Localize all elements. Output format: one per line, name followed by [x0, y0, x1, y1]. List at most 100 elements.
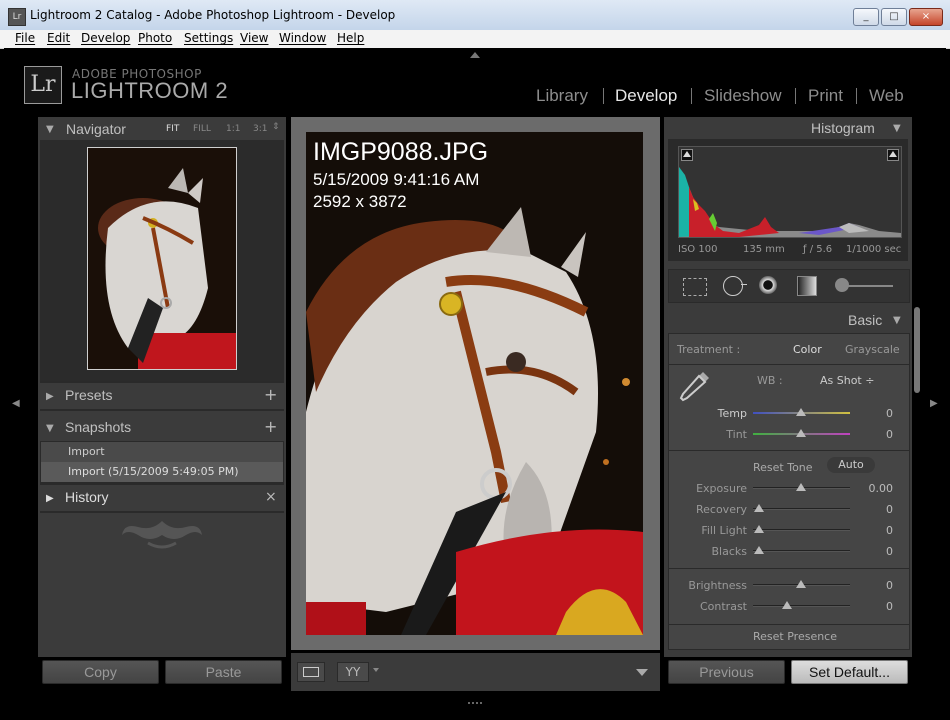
expand-triangle-icon[interactable]: ▶ — [46, 391, 54, 402]
red-eye-icon[interactable] — [759, 276, 777, 294]
brightness-value[interactable]: 0 — [863, 579, 893, 592]
fill-light-slider-knob[interactable] — [754, 525, 764, 533]
blacks-slider-knob[interactable] — [754, 546, 764, 554]
recovery-slider-track[interactable] — [753, 508, 850, 510]
photo-dimensions: 2592 x 3872 — [313, 192, 407, 211]
basic-title[interactable]: Basic — [848, 312, 882, 328]
graduated-filter-icon[interactable] — [797, 276, 817, 296]
menu-window[interactable]: Window — [279, 31, 326, 45]
reset-tone-button[interactable]: Reset Tone — [753, 461, 813, 474]
menu-settings[interactable]: Settings — [184, 31, 233, 45]
fill-light-slider-track[interactable] — [753, 529, 850, 531]
spot-removal-icon[interactable] — [723, 276, 743, 296]
bottom-panel-toggle-icon[interactable] — [468, 702, 482, 710]
white-balance-eyedropper-icon[interactable] — [679, 368, 711, 402]
history-title[interactable]: History — [65, 489, 109, 505]
paste-button[interactable]: Paste — [165, 660, 282, 684]
right-panel-scrollbar[interactable] — [914, 307, 920, 393]
highlight-clipping-icon — [889, 151, 897, 157]
fill-light-value[interactable]: 0 — [863, 524, 893, 537]
snapshot-item[interactable]: Import (5/15/2009 5:49:05 PM) — [68, 465, 239, 478]
blacks-value[interactable]: 0 — [863, 545, 893, 558]
contrast-label: Contrast — [699, 600, 747, 613]
zoom-1-1[interactable]: 1:1 — [226, 124, 240, 134]
loupe-view-button[interactable] — [297, 662, 325, 682]
spot-removal-arrow — [741, 284, 747, 285]
top-panel-toggle-icon[interactable] — [470, 52, 480, 58]
zoom-stepper-icon[interactable]: ⇕ — [272, 122, 280, 132]
contrast-slider-knob[interactable] — [782, 601, 792, 609]
copy-button[interactable]: Copy — [42, 660, 159, 684]
clear-history-icon[interactable]: × — [265, 489, 277, 505]
module-library[interactable]: Library — [536, 86, 588, 106]
menu-help[interactable]: Help — [337, 31, 364, 45]
main-photo[interactable]: IMGP9088.JPG 5/15/2009 9:41:16 AM 2592 x… — [306, 132, 643, 635]
navigator-thumbnail[interactable] — [87, 147, 237, 370]
menu-develop[interactable]: Develop — [81, 31, 130, 45]
add-snapshot-icon[interactable]: + — [264, 417, 277, 436]
module-web[interactable]: Web — [869, 86, 904, 106]
minimize-button[interactable]: _ — [853, 8, 879, 26]
tint-slider-knob[interactable] — [796, 429, 806, 437]
module-print[interactable]: Print — [808, 86, 843, 106]
add-preset-icon[interactable]: + — [264, 385, 277, 404]
menu-file[interactable]: File — [15, 31, 35, 45]
zoom-fill[interactable]: FILL — [193, 124, 211, 134]
contrast-value[interactable]: 0 — [863, 600, 893, 613]
collapse-triangle-icon[interactable]: ▼ — [893, 315, 901, 326]
menu-view[interactable]: View — [240, 31, 268, 45]
collapse-triangle-icon[interactable]: ▼ — [46, 423, 54, 434]
expand-triangle-icon[interactable]: ▶ — [46, 493, 54, 504]
lightroom-logo: Lr — [24, 66, 62, 104]
zoom-fit[interactable]: FIT — [166, 124, 179, 134]
window-titlebar[interactable]: Lr Lightroom 2 Catalog - Adobe Photoshop… — [0, 0, 950, 31]
divider — [669, 364, 909, 365]
collapse-triangle-icon[interactable]: ▼ — [46, 124, 54, 135]
previous-button[interactable]: Previous — [668, 660, 785, 684]
recovery-slider-knob[interactable] — [754, 504, 764, 512]
wb-value[interactable]: As Shot ÷ — [820, 374, 874, 387]
wb-label: WB : — [757, 374, 783, 387]
histogram-title[interactable]: Histogram — [811, 120, 875, 136]
snapshot-item[interactable]: Import — [68, 445, 105, 458]
histogram-graph[interactable] — [678, 146, 902, 238]
snapshots-title[interactable]: Snapshots — [65, 419, 131, 435]
tint-value[interactable]: 0 — [863, 428, 893, 441]
right-panel-toggle-icon[interactable]: ▶ — [930, 398, 938, 409]
module-develop[interactable]: Develop — [615, 86, 677, 106]
set-default-button[interactable]: Set Default... — [791, 660, 908, 684]
presets-title[interactable]: Presets — [65, 387, 112, 403]
navigator-title[interactable]: Navigator — [66, 121, 126, 137]
before-after-button[interactable]: YY — [337, 662, 369, 682]
close-button[interactable]: × — [909, 8, 943, 26]
collapse-triangle-icon[interactable]: ▼ — [893, 123, 901, 134]
maximize-button[interactable]: □ — [881, 8, 907, 26]
recovery-value[interactable]: 0 — [863, 503, 893, 516]
temp-slider-knob[interactable] — [796, 408, 806, 416]
menu-photo[interactable]: Photo — [138, 31, 172, 45]
loupe-view[interactable]: IMGP9088.JPG 5/15/2009 9:41:16 AM 2592 x… — [291, 117, 660, 650]
crop-overlay-icon[interactable] — [683, 278, 707, 296]
blacks-slider-track[interactable] — [753, 550, 850, 552]
module-separator — [603, 88, 604, 104]
photo-datetime: 5/15/2009 9:41:16 AM — [313, 170, 480, 189]
auto-tone-button[interactable]: Auto — [827, 457, 875, 473]
right-panel: Histogram ▼ ISO 100 135 mm ƒ / 5.6 1/100… — [664, 117, 920, 684]
histogram-panel: ISO 100 135 mm ƒ / 5.6 1/1000 sec — [668, 139, 908, 261]
temp-value[interactable]: 0 — [863, 407, 893, 420]
left-panel-toggle-icon[interactable]: ◀ — [12, 398, 20, 409]
reset-presence-button[interactable]: Reset Presence — [753, 630, 837, 643]
view-mode-dropdown-icon[interactable] — [373, 668, 379, 672]
treatment-grayscale[interactable]: Grayscale — [845, 343, 900, 356]
brand-line2: LIGHTROOM 2 — [71, 78, 229, 103]
menu-edit[interactable]: Edit — [47, 31, 70, 45]
loupe-view-icon — [303, 667, 319, 677]
contrast-slider-track[interactable] — [753, 605, 850, 607]
module-slideshow[interactable]: Slideshow — [704, 86, 782, 106]
exposure-slider-knob[interactable] — [796, 483, 806, 491]
exposure-value[interactable]: 0.00 — [863, 482, 894, 495]
treatment-color[interactable]: Color — [793, 343, 822, 356]
brightness-slider-knob[interactable] — [796, 580, 806, 588]
zoom-3-1[interactable]: 3:1 — [253, 124, 267, 134]
toolbar-menu-icon[interactable] — [636, 669, 648, 676]
